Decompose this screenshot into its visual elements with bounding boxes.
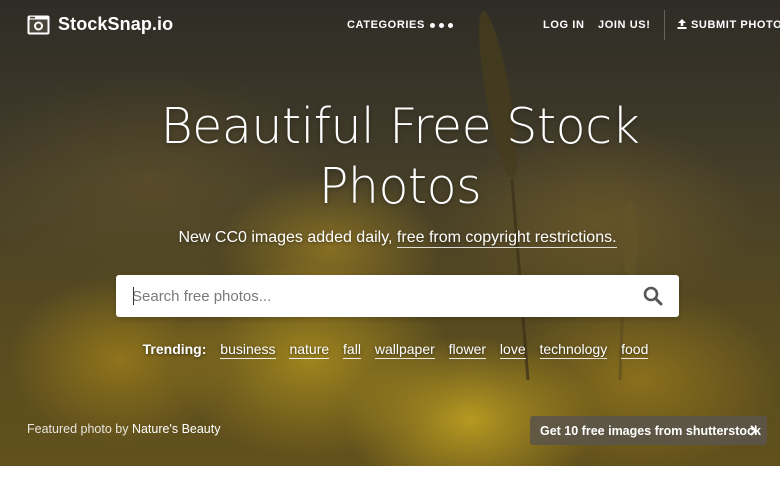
- upload-icon: [677, 19, 687, 29]
- nav-join[interactable]: JOIN US!: [598, 19, 650, 31]
- copyright-link[interactable]: free from copyright restrictions.: [396, 229, 617, 248]
- search-icon[interactable]: [643, 286, 663, 306]
- trending-tags: Trending: business nature fall wallpaper…: [0, 341, 780, 359]
- top-navigation: StockSnap.io CATEGORIES LOG IN JOIN US! …: [0, 0, 780, 50]
- shutterstock-promo-button[interactable]: Get 10 free images from shutterstock: [530, 416, 767, 445]
- trending-label: Trending:: [142, 341, 207, 357]
- trending-tag[interactable]: nature: [289, 341, 330, 359]
- nav-divider: [664, 10, 665, 40]
- trending-tag[interactable]: wallpaper: [374, 341, 435, 359]
- trending-tag[interactable]: technology: [539, 341, 608, 359]
- camera-icon: [27, 15, 50, 34]
- nav-login[interactable]: LOG IN: [543, 19, 585, 31]
- chevron-right-icon: [750, 425, 757, 436]
- nav-submit-label: SUBMIT PHOTOS: [691, 19, 780, 31]
- trending-tag[interactable]: flower: [448, 341, 487, 359]
- featured-photo-credit: Featured photo by Nature's Beauty: [27, 422, 220, 436]
- text-cursor: [133, 287, 134, 305]
- more-dots-icon[interactable]: [430, 23, 453, 28]
- search-input[interactable]: [132, 275, 632, 317]
- featured-author-link[interactable]: Nature's Beauty: [132, 422, 221, 436]
- hero-subtitle-text: New CC0 images added daily,: [178, 229, 397, 246]
- featured-prefix: Featured photo by: [27, 422, 132, 436]
- brand-name: StockSnap.io: [58, 14, 174, 34]
- brand-logo[interactable]: StockSnap.io: [27, 14, 173, 35]
- trending-tag[interactable]: love: [499, 341, 526, 359]
- trending-tag[interactable]: fall: [343, 341, 361, 359]
- promo-label: Get 10 free images from shutterstock: [540, 423, 761, 438]
- hero-title: Beautiful Free Stock Photos: [160, 98, 640, 215]
- nav-submit-photos[interactable]: SUBMIT PHOTOS: [677, 19, 780, 31]
- hero-subtitle: New CC0 images added daily, free from co…: [0, 229, 780, 248]
- nav-categories[interactable]: CATEGORIES: [347, 19, 425, 31]
- trending-tag[interactable]: business: [220, 341, 276, 359]
- trending-tag[interactable]: food: [621, 341, 649, 359]
- search-bar: [116, 275, 679, 317]
